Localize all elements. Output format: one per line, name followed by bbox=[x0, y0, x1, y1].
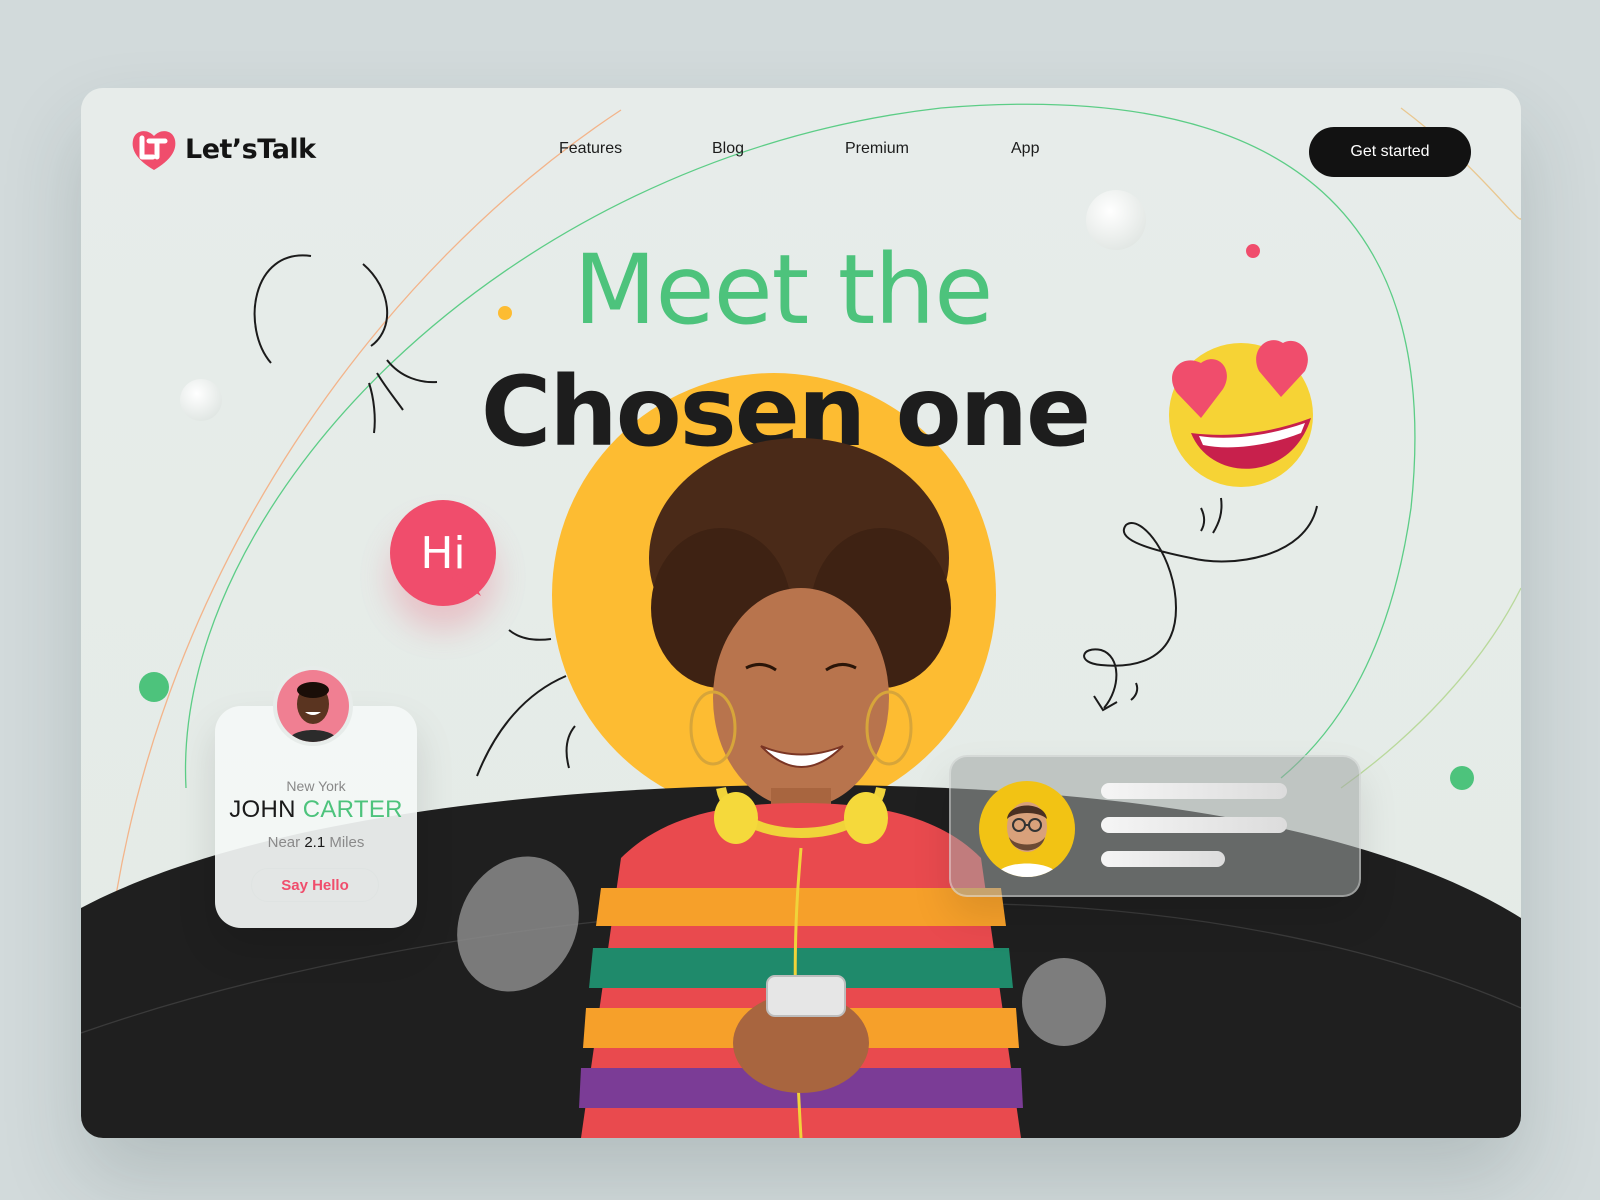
profile-city: New York bbox=[286, 778, 346, 794]
heart-eyes-emoji-icon bbox=[1169, 340, 1313, 487]
landing-page: Let’sTalk Features Blog Premium App Get … bbox=[81, 88, 1521, 1138]
woman-with-phone-illustration bbox=[579, 438, 1023, 1138]
profile-avatar-image bbox=[277, 670, 349, 742]
profile-distance: Near 2.1 Miles bbox=[215, 834, 417, 851]
distance-prefix: Near bbox=[267, 834, 301, 851]
distance-unit: Miles bbox=[329, 834, 365, 851]
say-hello-button[interactable]: Say Hello bbox=[251, 868, 379, 902]
message-preview-card[interactable] bbox=[949, 755, 1361, 897]
profile-last-name: CARTER bbox=[302, 796, 403, 823]
user-avatar-glasses-icon bbox=[979, 781, 1075, 877]
distance-value: 2.1 bbox=[304, 834, 326, 851]
message-text-placeholder bbox=[1101, 851, 1225, 867]
profile-first-name: JOHN bbox=[229, 796, 296, 823]
avatar bbox=[273, 666, 353, 746]
message-text-placeholder bbox=[1101, 817, 1287, 833]
hi-chat-bubble: Hi bbox=[390, 500, 496, 606]
profile-card: New York JOHN CARTER Near 2.1 Miles Say … bbox=[215, 666, 417, 928]
profile-name: JOHN CARTER bbox=[215, 796, 417, 824]
message-text-placeholder bbox=[1101, 783, 1287, 799]
